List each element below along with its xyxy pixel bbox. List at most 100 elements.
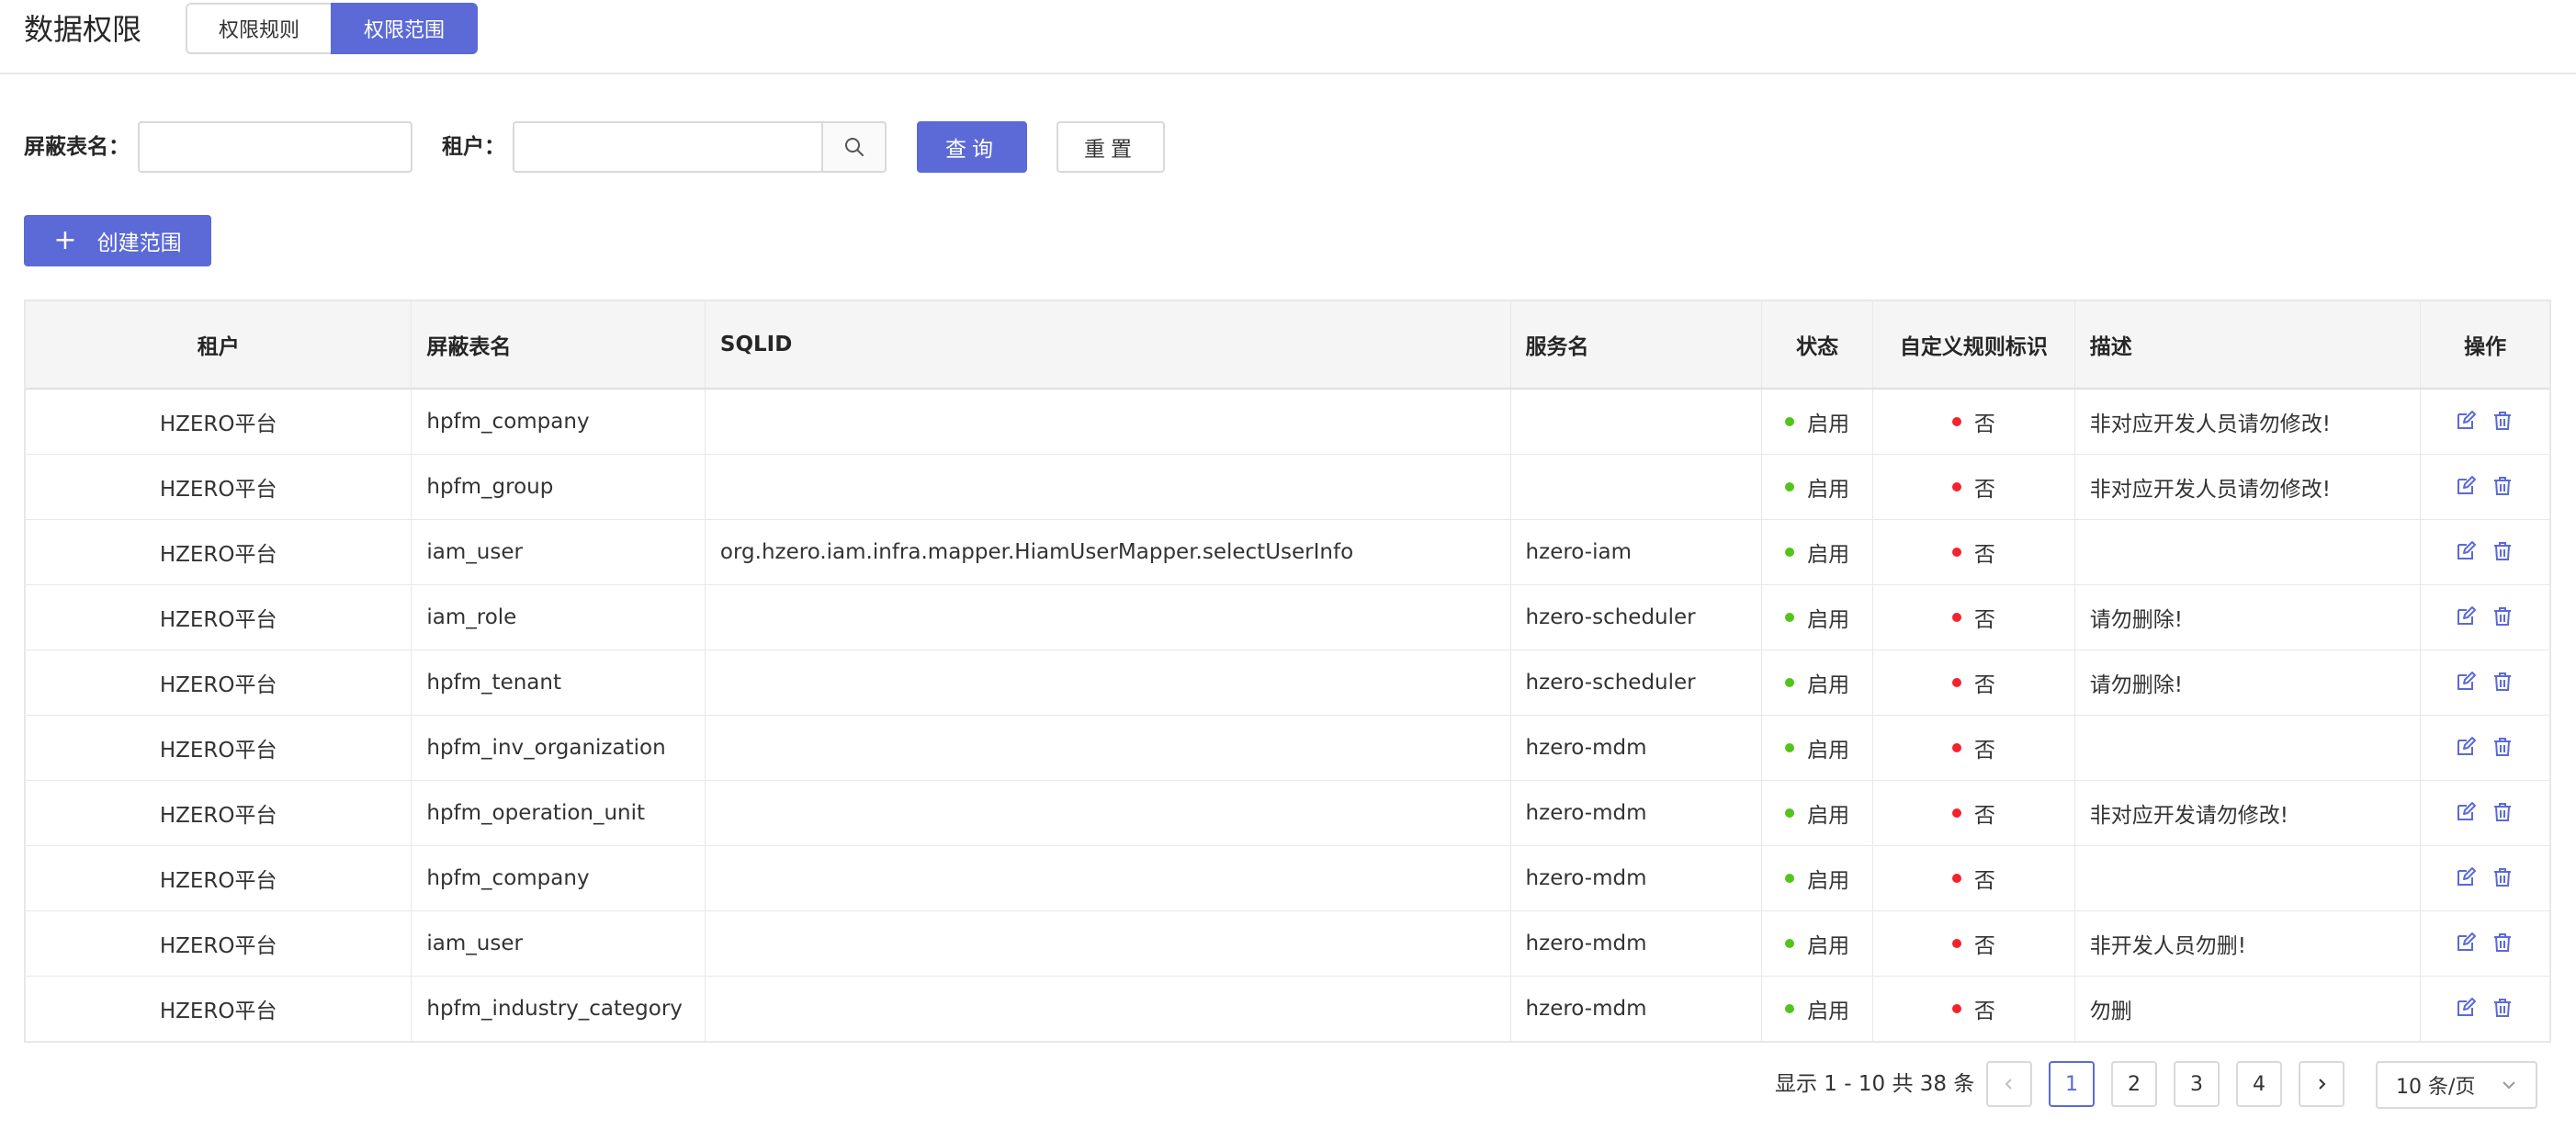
tab-permission-scope[interactable]: 权限范围 <box>331 3 478 54</box>
cell-status: 启用 <box>1762 716 1874 780</box>
cell-tenant: HZERO平台 <box>26 585 412 650</box>
cell-description: 勿删 <box>2075 977 2422 1041</box>
cell-description: 请勿删除! <box>2075 650 2422 715</box>
cell-service: hzero-mdm <box>1511 977 1763 1041</box>
cell-sqlid <box>706 716 1511 780</box>
edit-icon[interactable] <box>2455 801 2479 825</box>
cell-status: 启用 <box>1762 585 1874 650</box>
table-row: HZERO平台 hpfm_operation_unit hzero-mdm 启用 否 非对… <box>26 781 2549 846</box>
pagination-page-3[interactable]: 3 <box>2174 1061 2220 1107</box>
custom-rule-dot <box>1951 548 1961 557</box>
cell-description: 非对应开发请勿修改! <box>2075 781 2422 845</box>
edit-icon[interactable] <box>2455 475 2479 499</box>
trash-icon[interactable] <box>2491 671 2515 695</box>
status-text: 启用 <box>1807 412 1850 436</box>
cell-table-name: iam_role <box>412 585 706 650</box>
cell-tenant: HZERO平台 <box>26 520 412 584</box>
page-header: 数据权限 权限规则 权限范围 <box>0 0 2576 74</box>
cell-service: hzero-mdm <box>1511 911 1763 976</box>
pagination-page-4[interactable]: 4 <box>2236 1061 2282 1107</box>
edit-icon[interactable] <box>2455 736 2479 760</box>
tab-group: 权限规则 权限范围 <box>186 3 478 54</box>
page-size-select[interactable]: 10 条/页 <box>2376 1061 2537 1109</box>
edit-icon[interactable] <box>2455 866 2479 890</box>
trash-icon[interactable] <box>2491 605 2515 629</box>
tenant-input[interactable] <box>513 121 823 173</box>
pagination-page-2[interactable]: 2 <box>2111 1061 2157 1107</box>
column-header-sqlid: SQLID <box>706 301 1511 388</box>
custom-rule-dot <box>1951 1004 1961 1013</box>
custom-rule-text: 否 <box>1973 608 1995 632</box>
tab-permission-rules[interactable]: 权限规则 <box>186 3 331 54</box>
pagination-page-1[interactable]: 1 <box>2049 1061 2095 1107</box>
edit-icon[interactable] <box>2455 605 2479 629</box>
cell-table-name: hpfm_industry_category <box>412 977 706 1041</box>
cell-status: 启用 <box>1762 977 1874 1041</box>
cell-sqlid <box>706 781 1511 845</box>
reset-button[interactable]: 重置 <box>1056 121 1165 173</box>
status-text: 启用 <box>1807 869 1850 893</box>
cell-description: 非对应开发人员请勿修改! <box>2075 390 2422 454</box>
cell-custom-rule: 否 <box>1873 585 2075 650</box>
cell-sqlid <box>706 846 1511 910</box>
cell-status: 启用 <box>1762 650 1874 715</box>
cell-table-name: hpfm_tenant <box>412 650 706 715</box>
custom-rule-text: 否 <box>1973 412 1995 436</box>
table-row: HZERO平台 hpfm_industry_category hzero-mdm 启用… <box>26 977 2549 1041</box>
status-dot <box>1785 1004 1795 1013</box>
cell-sqlid <box>706 650 1511 715</box>
cell-service: hzero-scheduler <box>1511 585 1763 650</box>
column-header-service: 服务名 <box>1511 301 1763 388</box>
edit-icon[interactable] <box>2455 932 2479 955</box>
cell-tenant: HZERO平台 <box>26 977 412 1041</box>
cell-custom-rule: 否 <box>1873 716 2075 780</box>
trash-icon[interactable] <box>2491 475 2515 499</box>
cell-sqlid <box>706 585 1511 650</box>
trash-icon[interactable] <box>2491 410 2515 434</box>
cell-tenant: HZERO平台 <box>26 781 412 845</box>
trash-icon[interactable] <box>2491 540 2515 564</box>
create-scope-button[interactable]: + 创建范围 <box>24 215 211 266</box>
edit-icon[interactable] <box>2455 671 2479 695</box>
scope-table: 租户 屏蔽表名 SQLID 服务名 状态 自定义规则标识 描述 操作 HZERO… <box>24 299 2551 1043</box>
cell-actions <box>2421 781 2549 845</box>
table-name-input[interactable] <box>138 121 412 173</box>
cell-table-name: hpfm_operation_unit <box>412 781 706 845</box>
cell-tenant: HZERO平台 <box>26 390 412 454</box>
edit-icon[interactable] <box>2455 410 2479 434</box>
custom-rule-text: 否 <box>1973 1000 1995 1023</box>
cell-service: hzero-mdm <box>1511 716 1763 780</box>
cell-service: hzero-iam <box>1511 520 1763 584</box>
pagination-next-button[interactable] <box>2299 1061 2344 1107</box>
status-dot <box>1785 613 1795 622</box>
cell-description: 非开发人员勿删! <box>2075 911 2422 976</box>
custom-rule-text: 否 <box>1973 543 1995 567</box>
column-header-tenant: 租户 <box>26 301 412 388</box>
trash-icon[interactable] <box>2491 866 2515 890</box>
column-header-custom-rule: 自定义规则标识 <box>1873 301 2075 388</box>
edit-icon[interactable] <box>2455 540 2479 564</box>
pagination-prev-button[interactable] <box>1986 1061 2032 1107</box>
status-dot <box>1785 482 1795 492</box>
cell-actions <box>2421 911 2549 976</box>
cell-table-name: hpfm_group <box>412 455 706 519</box>
status-text: 启用 <box>1807 1000 1850 1023</box>
trash-icon[interactable] <box>2491 801 2515 825</box>
tenant-search-button[interactable] <box>822 121 887 173</box>
trash-icon[interactable] <box>2491 736 2515 760</box>
query-button[interactable]: 查询 <box>917 121 1027 173</box>
cell-actions <box>2421 455 2549 519</box>
cell-custom-rule: 否 <box>1873 911 2075 976</box>
custom-rule-dot <box>1951 939 1961 948</box>
pagination-total: 显示 1 - 10 共 38 条 <box>1775 1072 1975 1096</box>
status-text: 启用 <box>1807 934 1850 958</box>
column-header-actions: 操作 <box>2464 335 2507 359</box>
cell-table-name: iam_user <box>412 911 706 976</box>
trash-icon[interactable] <box>2491 997 2515 1021</box>
edit-icon[interactable] <box>2455 997 2479 1021</box>
table-row: HZERO平台 iam_user hzero-mdm 启用 否 非开发人员勿删! <box>26 911 2549 977</box>
trash-icon[interactable] <box>2491 932 2515 955</box>
table-row: HZERO平台 hpfm_company 启用 否 非对应开发人员请勿修改! <box>26 390 2549 455</box>
chevron-down-icon <box>2503 1081 2515 1090</box>
custom-rule-dot <box>1951 678 1961 687</box>
